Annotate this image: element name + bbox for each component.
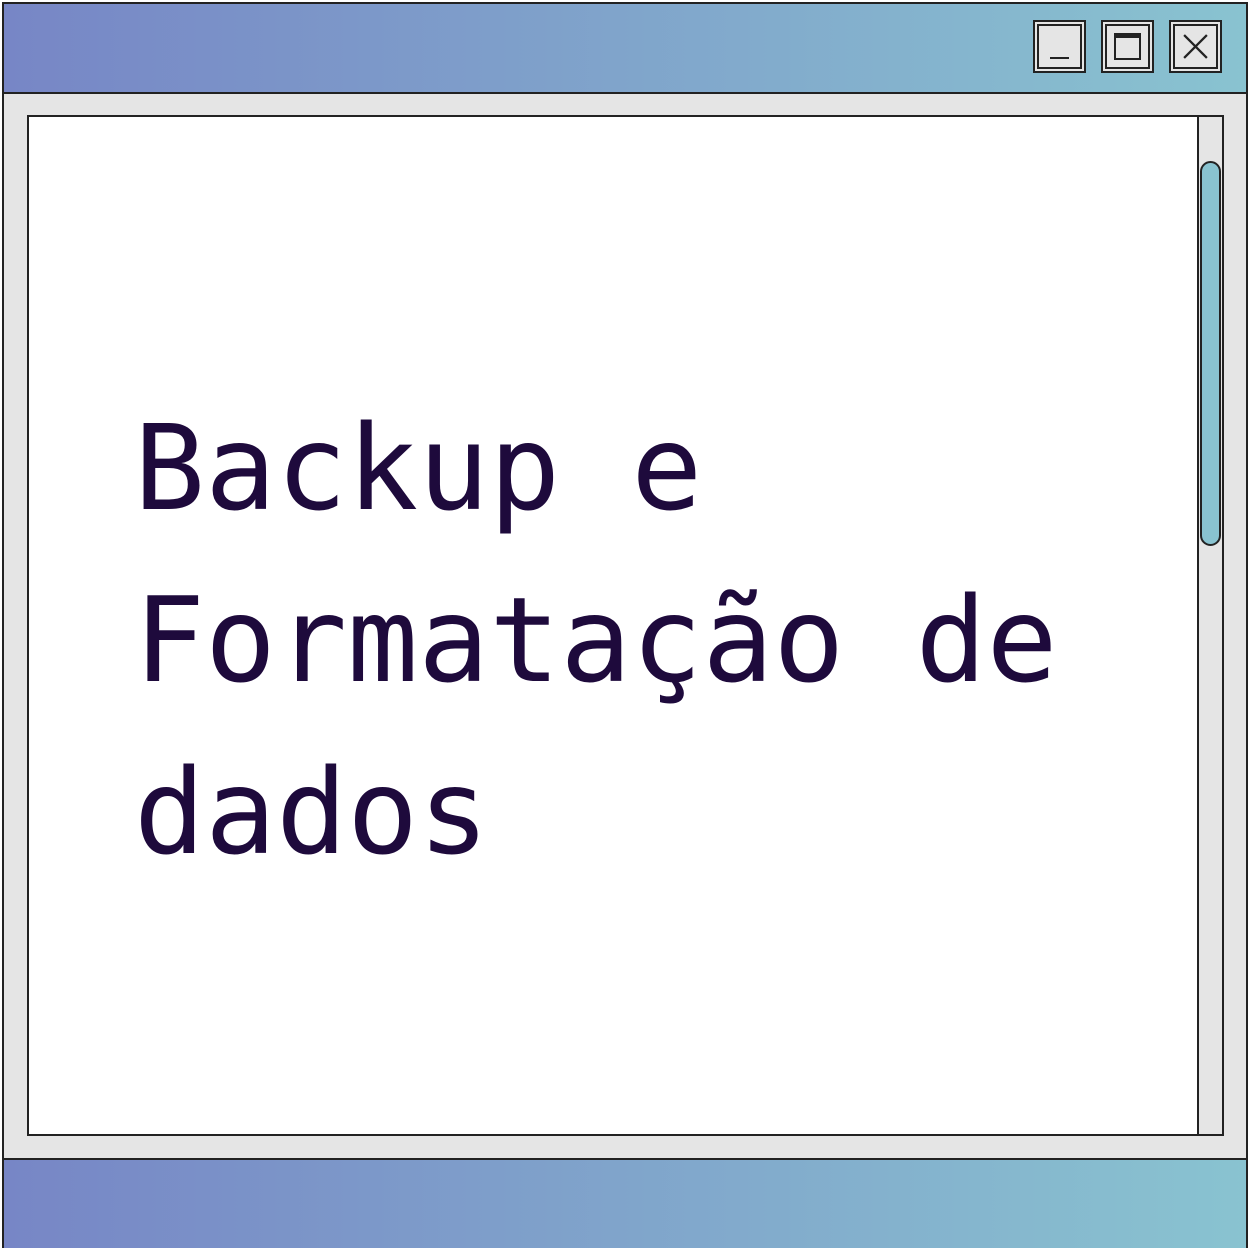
close-icon	[1183, 34, 1208, 59]
vertical-scrollbar[interactable]	[1199, 117, 1222, 1134]
minimize-icon	[1050, 57, 1069, 59]
document-pane: Backup e Formatação de dados	[29, 117, 1199, 1134]
close-button-face	[1173, 24, 1218, 69]
status-bar	[4, 1158, 1246, 1248]
title-line-3: dados	[134, 743, 490, 881]
content-area: Backup e Formatação de dados	[27, 115, 1224, 1136]
title-line-2: Formatação de	[134, 571, 1058, 709]
maximize-icon	[1114, 33, 1141, 60]
title-bar[interactable]	[4, 4, 1246, 94]
minimize-button-face	[1037, 24, 1082, 69]
page-title: Backup e Formatação de dados	[134, 382, 1174, 898]
scroll-thumb[interactable]	[1200, 161, 1221, 546]
minimize-button[interactable]	[1033, 20, 1086, 73]
close-button[interactable]	[1169, 20, 1222, 73]
title-line-1: Backup e	[134, 399, 703, 537]
app-window: Backup e Formatação de dados	[2, 2, 1248, 1248]
maximize-button-face	[1105, 24, 1150, 69]
maximize-button[interactable]	[1101, 20, 1154, 73]
